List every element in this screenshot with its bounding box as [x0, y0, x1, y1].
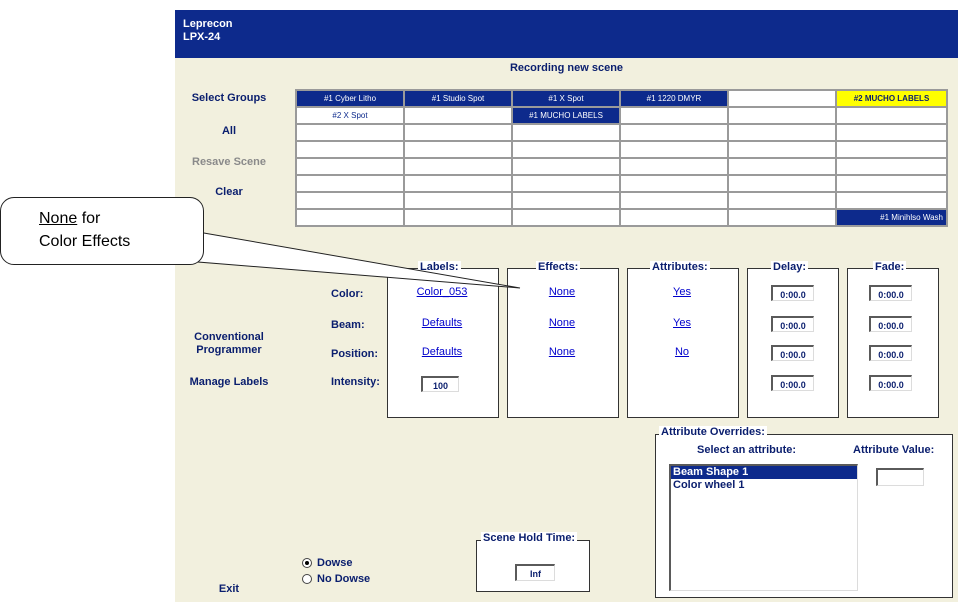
callout-line1: None for: [39, 210, 101, 227]
callout-pointer: [197, 231, 521, 289]
callout-box: None for Color Effects: [0, 197, 204, 265]
callout-line2: Color Effects: [39, 233, 131, 250]
